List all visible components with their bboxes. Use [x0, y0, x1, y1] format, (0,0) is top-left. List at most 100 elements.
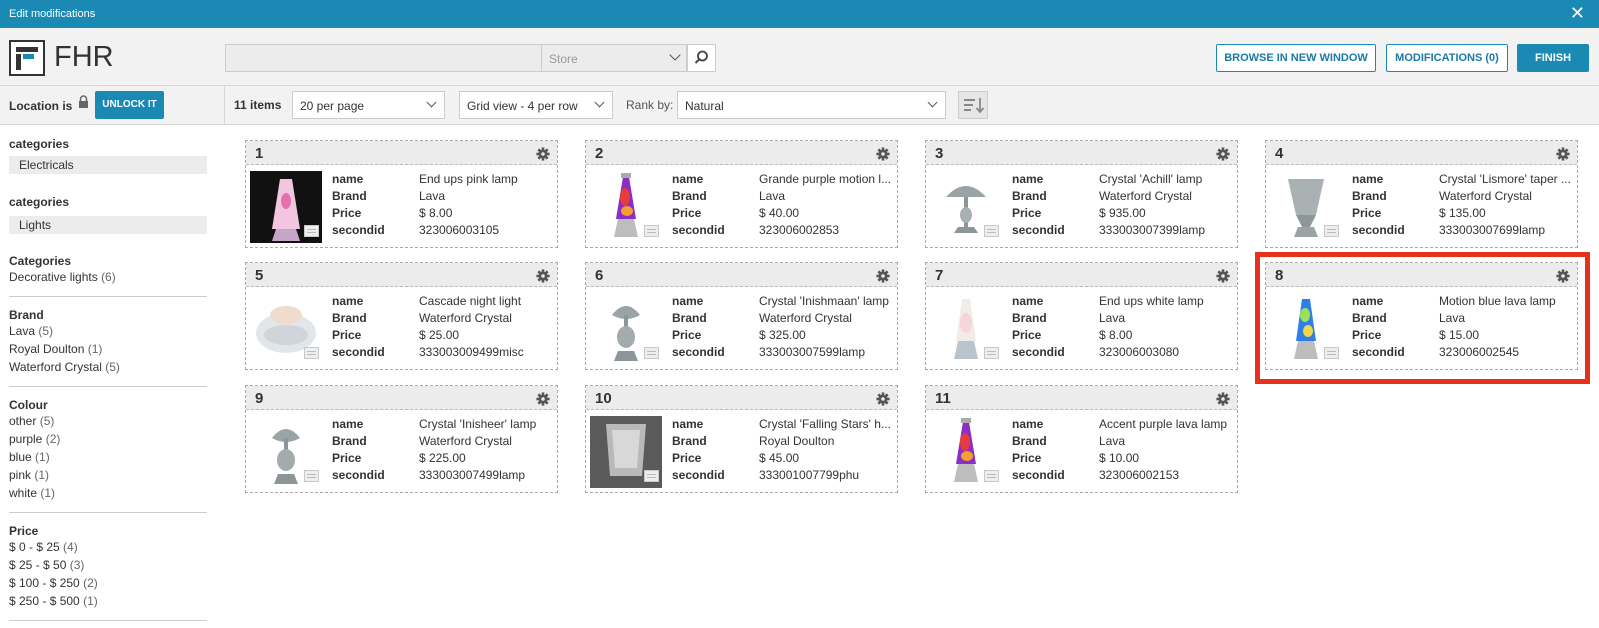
product-card[interactable]: 10 name Crystal 'Falling Stars' h... Brand R… [585, 385, 898, 493]
product-card[interactable]: 1 name End ups pink lamp Brand Lava Price $ 8.… [245, 140, 558, 248]
facet-item-lava[interactable]: Lava (5) [9, 322, 215, 340]
chevron-down-icon [669, 49, 681, 61]
per-page-select[interactable]: 20 per page [292, 91, 445, 119]
card-header: 6 [586, 263, 897, 287]
attr-row-secondid: secondid 333003007699lamp [1352, 222, 1574, 239]
close-icon[interactable]: ✕ [1570, 4, 1585, 22]
attr-row-name: name Crystal 'Inisheer' lamp [332, 416, 554, 433]
selected-facet-lights[interactable]: Lights [9, 216, 207, 234]
divider [9, 296, 207, 297]
product-card[interactable]: 3 name Crystal 'Achill' lamp Brand Waterford… [925, 140, 1238, 248]
facet-item-white[interactable]: white (1) [9, 484, 215, 502]
facet-item-waterford-crystal[interactable]: Waterford Crystal (5) [9, 358, 215, 376]
product-card[interactable]: 6 name Crystal 'Inishmaan' lamp Brand Waterf… [585, 262, 898, 370]
attr-row-name: name Cascade night light [332, 293, 554, 310]
gear-icon[interactable] [536, 392, 550, 406]
facet-item-price-0-25[interactable]: $ 0 - $ 25 (4) [9, 538, 215, 556]
attr-label: secondid [672, 345, 725, 359]
browse-new-window-button[interactable]: BROWSE IN NEW WINDOW [1216, 44, 1376, 72]
attr-value: Crystal 'Falling Stars' h... [759, 417, 891, 431]
sort-button[interactable] [958, 91, 988, 119]
per-page-value: 20 per page [300, 99, 365, 113]
rank-value: Natural [685, 99, 724, 113]
product-attributes: name Accent purple lava lamp Brand Lava Pric… [1012, 416, 1234, 484]
unlock-button[interactable]: UNLOCK IT [95, 91, 164, 119]
product-card[interactable]: 2 name Grande purple motion l... Brand Lava P… [585, 140, 898, 248]
chevron-down-icon [426, 97, 437, 108]
card-header: 11 [926, 386, 1237, 410]
title-bar: Edit modifications ✕ [0, 0, 1599, 28]
document-icon [984, 347, 999, 359]
attr-label: Brand [332, 311, 367, 325]
view-value: Grid view - 4 per row [467, 99, 578, 113]
gear-icon[interactable] [1216, 392, 1230, 406]
attr-value: 333003007699lamp [1439, 223, 1546, 237]
document-icon [304, 225, 319, 237]
divider [9, 386, 207, 387]
attr-value: 323006002853 [759, 223, 840, 237]
product-card[interactable]: 7 name End ups white lamp Brand Lava Price $ 8… [925, 262, 1238, 370]
attr-row-price: Price $ 45.00 [672, 450, 894, 467]
attr-row-secondid: secondid 333003007399lamp [1012, 222, 1234, 239]
attr-value: 323006003105 [419, 223, 500, 237]
attr-value: 323006002153 [1099, 468, 1180, 482]
attr-label: Brand [672, 189, 707, 203]
attr-label: secondid [332, 223, 385, 237]
product-card[interactable]: 9 name Crystal 'Inisheer' lamp Brand Waterfo… [245, 385, 558, 493]
finish-button[interactable]: FINISH [1517, 44, 1589, 72]
attr-value: Cascade night light [419, 294, 522, 308]
facet-item-other[interactable]: other (5) [9, 412, 215, 430]
attr-row-secondid: secondid 333003007499lamp [332, 467, 554, 484]
attr-row-price: Price $ 40.00 [672, 205, 894, 222]
attr-label: Brand [1012, 311, 1047, 325]
divider [9, 512, 207, 513]
gear-icon[interactable] [1216, 269, 1230, 283]
attr-value: Lava [419, 189, 446, 203]
attr-label: secondid [1012, 468, 1065, 482]
gear-icon[interactable] [876, 392, 890, 406]
modifications-button[interactable]: MODIFICATIONS (0) [1386, 44, 1508, 72]
product-attributes: name End ups white lamp Brand Lava Price $ 8.… [1012, 293, 1234, 361]
rank-select[interactable]: Natural [677, 91, 946, 119]
gear-icon[interactable] [876, 269, 890, 283]
gear-icon[interactable] [536, 269, 550, 283]
product-card[interactable]: 11 name Accent purple lava lamp Brand Lava Pr… [925, 385, 1238, 493]
document-icon [644, 470, 659, 482]
highlight-box [1255, 252, 1590, 384]
card-header: 1 [246, 141, 557, 165]
facet-item-decorative-lights[interactable]: Decorative lights (6) [9, 268, 215, 286]
facet-item-pink[interactable]: pink (1) [9, 466, 215, 484]
view-select[interactable]: Grid view - 4 per row [459, 91, 613, 119]
attr-label: secondid [332, 468, 385, 482]
attr-label: Price [1012, 451, 1042, 465]
gear-icon[interactable] [1216, 147, 1230, 161]
attr-label: secondid [1012, 223, 1065, 237]
items-count: 11 items [234, 98, 282, 112]
logo-text: FHR [54, 41, 114, 73]
facet-item-price-250-500[interactable]: $ 250 - $ 500 (1) [9, 592, 215, 610]
store-select[interactable]: Store [541, 44, 687, 72]
attr-row-brand: Brand Waterford Crystal [1352, 188, 1574, 205]
facet-item-price-100-250[interactable]: $ 100 - $ 250 (2) [9, 574, 215, 592]
product-card[interactable]: 4 name Crystal 'Lismore' taper ... Brand Wat… [1265, 140, 1578, 248]
facet-item-blue[interactable]: blue (1) [9, 448, 215, 466]
facet-item-royal-doulton[interactable]: Royal Doulton (1) [9, 340, 215, 358]
attr-value: Lava [759, 189, 786, 203]
selected-facet-electricals[interactable]: Electricals [9, 156, 207, 174]
product-card[interactable]: 5 name Cascade night light Brand Waterford C… [245, 262, 558, 370]
attr-label: name [1352, 172, 1384, 186]
gear-icon[interactable] [1556, 147, 1570, 161]
document-icon [1324, 225, 1339, 237]
search-input[interactable] [225, 44, 541, 72]
facet-item-purple[interactable]: purple (2) [9, 430, 215, 448]
facet-item-price-25-50[interactable]: $ 25 - $ 50 (3) [9, 556, 215, 574]
attr-row-brand: Brand Waterford Crystal [1012, 188, 1234, 205]
document-icon [984, 225, 999, 237]
search-button[interactable] [687, 44, 716, 72]
gear-icon[interactable] [536, 147, 550, 161]
gear-icon[interactable] [876, 147, 890, 161]
attr-value: Waterford Crystal [1439, 189, 1532, 203]
attr-row-secondid: secondid 323006003105 [332, 222, 554, 239]
card-header: 10 [586, 386, 897, 410]
product-attributes: name Crystal 'Falling Stars' h... Brand Roy… [672, 416, 894, 484]
